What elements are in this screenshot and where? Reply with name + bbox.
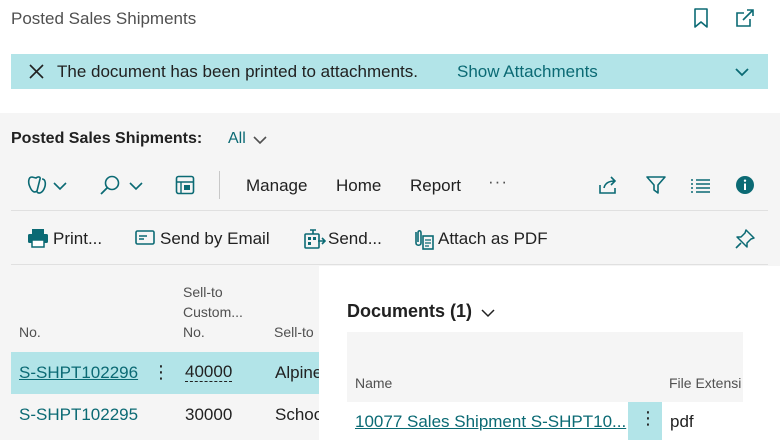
chevron-down-icon[interactable] bbox=[253, 134, 267, 146]
send-by-email-button[interactable]: Send by Email bbox=[160, 229, 270, 249]
view-filter-all[interactable]: All bbox=[228, 130, 246, 148]
menu-home[interactable]: Home bbox=[336, 176, 381, 196]
show-attachments-link[interactable]: Show Attachments bbox=[457, 62, 598, 82]
printer-icon bbox=[28, 229, 48, 248]
column-header-customer-no-line3[interactable]: No. bbox=[183, 322, 205, 342]
menu-manage[interactable]: Manage bbox=[246, 176, 307, 196]
customer-no-cell[interactable]: 30000 bbox=[185, 405, 232, 425]
edit-list-icon[interactable] bbox=[175, 175, 195, 195]
document-name-link[interactable]: 10077 Sales Shipment S-SHPT10... bbox=[355, 412, 626, 432]
row-actions-button[interactable]: ⋮ bbox=[639, 408, 657, 429]
column-header-name[interactable]: Name bbox=[355, 375, 392, 391]
documents-factbox: Documents (1) Name File Extensi 10077 Sa… bbox=[319, 266, 780, 440]
banner-message: The document has been printed to attachm… bbox=[57, 62, 419, 81]
search-icon[interactable] bbox=[99, 174, 121, 196]
email-icon bbox=[135, 230, 155, 245]
column-header-sell-to-name[interactable]: Sell-to bbox=[274, 322, 314, 342]
file-extension-cell: pdf bbox=[670, 412, 694, 431]
customer-no-cell[interactable]: 40000 bbox=[185, 363, 233, 382]
popout-icon[interactable] bbox=[735, 8, 755, 28]
list-view-icon[interactable] bbox=[690, 178, 712, 194]
bookmark-icon[interactable] bbox=[692, 8, 710, 28]
customer-name-cell: Schoo bbox=[275, 405, 324, 424]
chevron-down-icon[interactable] bbox=[481, 307, 495, 319]
factbox-title[interactable]: Documents (1) bbox=[347, 301, 472, 322]
share-icon[interactable] bbox=[598, 175, 620, 195]
customer-name-cell: Alpine bbox=[275, 363, 323, 382]
column-header-no[interactable]: No. bbox=[19, 322, 41, 342]
attach-as-pdf-button[interactable]: Attach as PDF bbox=[438, 229, 548, 249]
column-header-customer-no-line2[interactable]: Custom... bbox=[183, 302, 243, 322]
chevron-down-icon[interactable] bbox=[53, 181, 67, 191]
info-icon[interactable] bbox=[735, 175, 755, 195]
row-actions-button[interactable]: ⋮ bbox=[152, 362, 170, 383]
menu-report[interactable]: Report bbox=[410, 176, 461, 196]
divider bbox=[11, 264, 768, 265]
notification-banner: The document has been printed to attachm… bbox=[11, 54, 768, 89]
documents-table: Name File Extensi 10077 Sales Shipment S… bbox=[347, 332, 743, 440]
divider bbox=[11, 210, 768, 211]
more-options-button[interactable]: ··· bbox=[488, 172, 508, 192]
page-title: Posted Sales Shipments bbox=[11, 9, 197, 28]
send-document-icon bbox=[304, 229, 326, 249]
toolbar-separator bbox=[219, 171, 220, 199]
title-bar: Posted Sales Shipments bbox=[0, 0, 780, 48]
column-header-file-extension[interactable]: File Extensi bbox=[669, 375, 741, 391]
send-button[interactable]: Send... bbox=[328, 229, 382, 249]
close-icon[interactable] bbox=[29, 64, 44, 79]
list-title: Posted Sales Shipments: bbox=[11, 130, 203, 147]
chevron-down-icon[interactable] bbox=[735, 66, 749, 78]
unpin-icon[interactable] bbox=[734, 228, 756, 250]
shipment-no-link[interactable]: S-SHPT102296 bbox=[19, 363, 138, 383]
filter-icon[interactable] bbox=[645, 175, 667, 195]
chevron-down-icon[interactable] bbox=[129, 181, 143, 191]
print-button[interactable]: Print... bbox=[53, 229, 102, 249]
attach-pdf-icon bbox=[415, 229, 434, 250]
shipment-no-link[interactable]: S-SHPT102295 bbox=[19, 405, 138, 425]
copilot-icon[interactable] bbox=[26, 175, 48, 195]
column-header-customer-no-line1[interactable]: Sell-to bbox=[183, 282, 223, 302]
